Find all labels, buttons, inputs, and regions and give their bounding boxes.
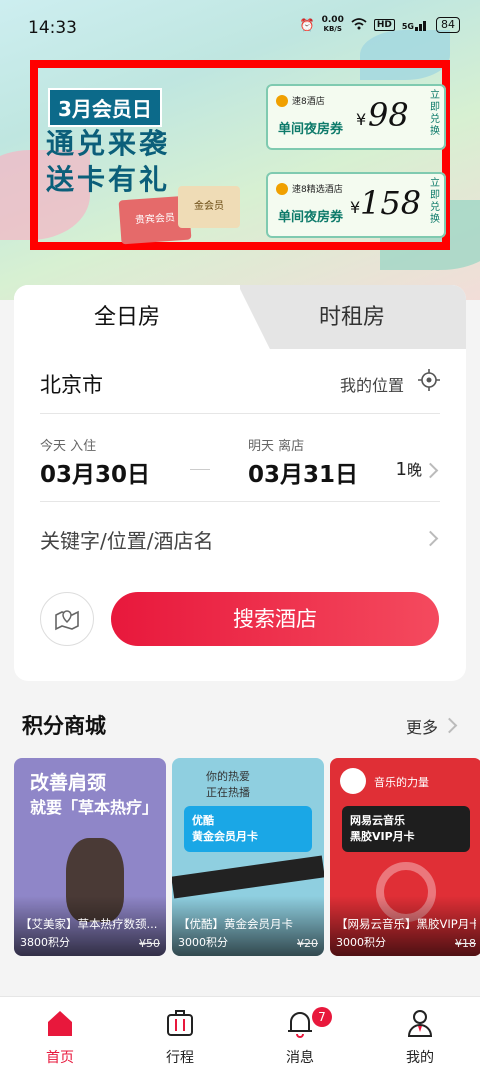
redeem-now-label[interactable]: 立即兑换 [430,178,442,226]
battery-indicator: 84 [436,17,460,33]
netease-music-logo-icon [340,768,366,794]
product-original-price: ¥50 [139,937,160,950]
product-art-text: 你的热爱 [206,770,250,783]
coupon-name: 单间夜房券 [278,122,344,137]
message-badge: 7 [312,1007,332,1027]
chevron-right-icon [422,462,439,479]
home-icon [48,1011,72,1036]
brand-logo-icon [276,94,288,107]
product-card[interactable]: 改善肩颈 就要「草本热疗」 【艾美家】草本热疗数颈... 3800积分 ¥50 [14,758,166,956]
product-points: 3000积分 [178,936,228,949]
tab-home[interactable]: 首页 [0,997,120,1074]
checkin-date[interactable]: 03月30日 [40,455,150,489]
date-separator [190,469,210,470]
coupon-price: 158 [360,184,422,222]
brand-logo-icon [276,182,288,195]
wifi-icon [351,17,367,33]
coupon-currency: ¥ [356,110,367,129]
hotel-brand: 速8精选酒店 [276,182,343,195]
chevron-right-icon [422,530,439,547]
coupon-price: 98 [368,96,409,134]
status-time: 14:33 [28,18,77,38]
tab-trips[interactable]: 行程 [120,997,240,1074]
hd-icon: HD [373,19,395,31]
tab-hourly-room[interactable]: 时租房 [238,285,466,349]
tab-label: 消息 [286,1050,314,1066]
bell-icon [288,1012,312,1038]
coupon-card[interactable]: 速8酒店 单间夜房券 ¥ 98 立即兑换 [266,84,446,150]
more-link[interactable]: 更多 [406,714,438,738]
product-original-price: ¥18 [455,937,476,950]
keyword-row[interactable]: 关键字/位置/酒店名 [40,501,440,571]
signal-icon: 5G [402,19,429,31]
product-card-art: 优酷 黄金会员月卡 [184,806,312,852]
product-name: 【网易云音乐】黑胶VIP月卡 [336,917,476,931]
date-row[interactable]: 今天 入住 03月30日 明天 离店 03月31日 1晚 [40,413,440,502]
product-art-text: 正在热播 [206,786,250,799]
tab-label: 首页 [46,1050,74,1066]
status-bar: 14:33 ⏰ 0.00 KB/S HD 5G 84 [0,0,480,54]
redeem-now-label[interactable]: 立即兑换 [430,90,442,138]
locate-icon[interactable] [418,369,440,391]
tab-label: 行程 [166,1050,194,1066]
product-art-text: 改善肩颈 [30,772,107,794]
tab-label: 我的 [406,1050,434,1066]
bottom-tab-bar: 首页 行程 消息 我的 [0,996,480,1074]
network-speed: 0.00 KB/S [321,15,344,34]
product-card[interactable]: 你的热爱 正在热播 优酷 黄金会员月卡 【优酷】黄金会员月卡 3000积分 ¥2… [172,758,324,956]
product-points: 3800积分 [20,936,70,949]
luggage-icon [167,1010,193,1036]
city-row[interactable]: 北京市 我的位置 [40,351,440,414]
booking-panel: 时租房 全日房 北京市 我的位置 今天 入住 03月30日 明天 离店 03月3… [14,285,466,681]
product-card-art: 网易云音乐 黑胶VIP月卡 [342,806,470,852]
product-original-price: ¥20 [297,937,318,950]
nights-count: 1晚 [395,459,422,480]
product-name: 【优酷】黄金会员月卡 [178,917,293,931]
coupon-name: 单间夜房券 [278,210,344,225]
tab-full-day-room[interactable]: 全日房 [14,285,240,351]
coupon-currency: ¥ [350,198,361,217]
tab-profile[interactable]: 我的 [360,997,480,1074]
hotel-brand: 速8酒店 [276,94,325,107]
banner-slogan-line2: 送卡有礼 [46,163,171,196]
checkout-label: 明天 离店 [248,439,305,454]
product-art-text: 就要「草本热疗」 [30,798,159,817]
points-mall-title: 积分商城 [22,714,106,738]
alarm-icon: ⏰ [299,18,315,32]
gold-member-card: 金会员 [178,186,240,228]
checkout-date[interactable]: 03月31日 [248,455,358,489]
map-search-button[interactable] [40,592,94,646]
user-icon [407,1010,433,1037]
banner-slogan-line1: 通兑来袭 [46,127,171,160]
promo-banner[interactable]: 3月会员日 通兑来袭 送卡有礼 贵宾会员 金会员 速8酒店 单间夜房券 ¥ 98… [30,60,450,250]
film-strip-decoration [172,855,324,899]
chevron-right-icon [441,717,458,734]
search-hotel-button[interactable]: 搜索酒店 [111,592,439,646]
tab-messages[interactable]: 消息 [240,997,360,1074]
my-location-button[interactable]: 我的位置 [340,372,404,396]
coupon-card[interactable]: 速8精选酒店 单间夜房券 ¥ 158 立即兑换 [266,172,446,238]
map-pin-icon [55,610,79,631]
city-name[interactable]: 北京市 [40,369,103,399]
product-art-text: 音乐的力量 [374,776,429,789]
product-name: 【艾美家】草本热疗数颈... [20,917,158,931]
product-points: 3000积分 [336,936,386,949]
checkin-label: 今天 入住 [40,439,97,454]
keyword-input[interactable]: 关键字/位置/酒店名 [40,525,213,554]
product-card[interactable]: 音乐的力量 网易云音乐 黑胶VIP月卡 【网易云音乐】黑胶VIP月卡 3000积… [330,758,480,956]
